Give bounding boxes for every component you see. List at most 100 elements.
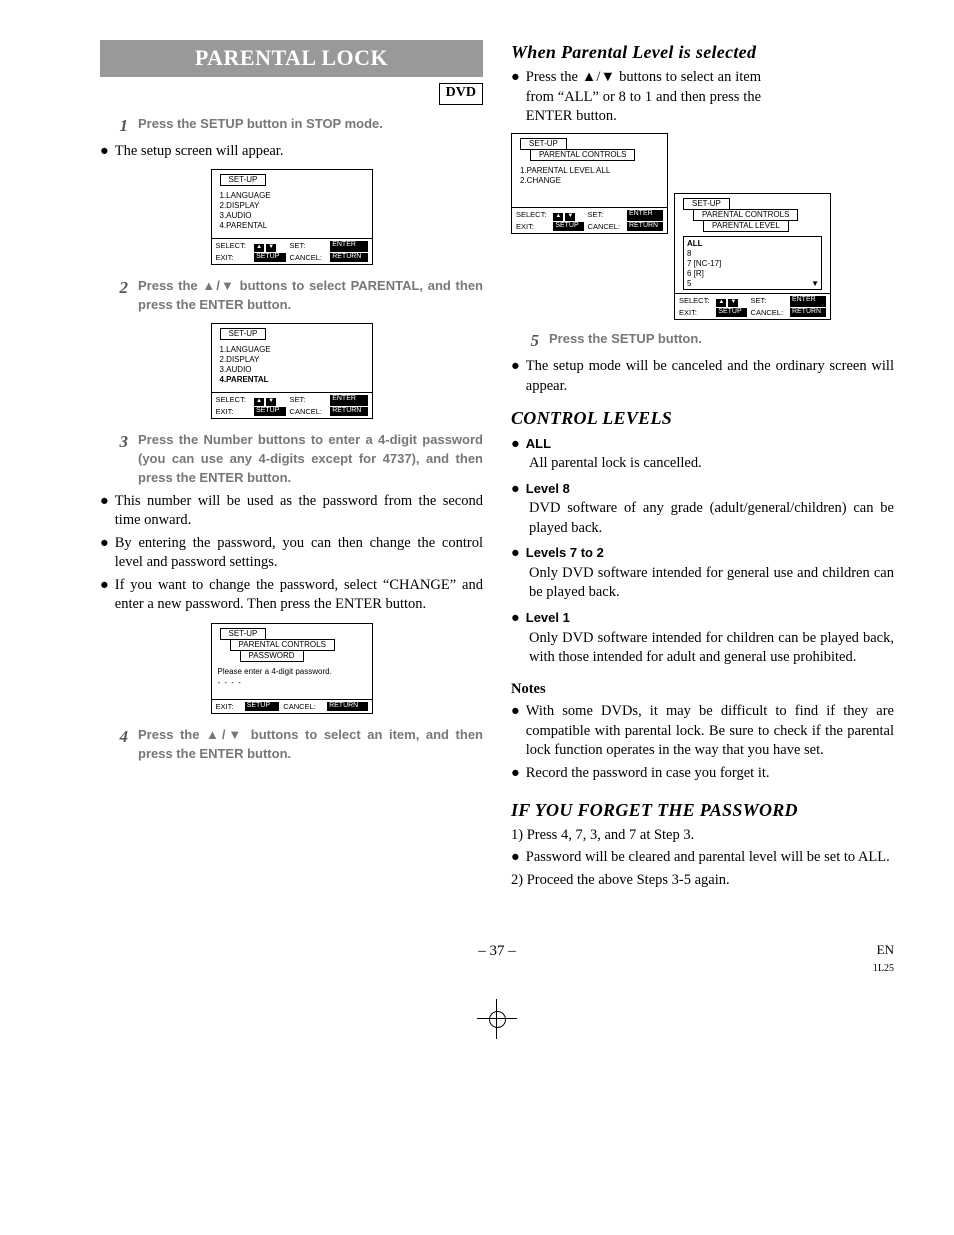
level-8: ● Level 8 DVD software of any grade (adul… xyxy=(511,480,894,539)
left-column: PARENTAL LOCK DVD 1 Press the SETUP butt… xyxy=(100,40,483,891)
bullet-dot-icon: ● xyxy=(511,544,520,564)
dvd-badge: DVD xyxy=(439,83,483,105)
step-number: 1 xyxy=(110,115,128,138)
bullet-dot-icon: ● xyxy=(511,609,520,629)
foot-set: SET: xyxy=(588,210,623,221)
step-text: Press the ▲/▼ buttons to select PARENTAL… xyxy=(138,277,483,315)
menu-item: 2.DISPLAY xyxy=(220,201,368,211)
bullet-text: With some DVDs, it may be difficult to f… xyxy=(526,702,894,761)
step-2: 2 Press the ▲/▼ buttons to select PARENT… xyxy=(110,277,483,315)
level-title: Levels 7 to 2 xyxy=(526,544,604,564)
step-3-note-2: ●By entering the password, you can then … xyxy=(100,534,483,573)
bullet-dot-icon: ● xyxy=(511,848,520,868)
return-button-icon: RETURN xyxy=(327,702,367,711)
step-number: 2 xyxy=(110,277,128,315)
menu-item: 1.LANGUAGE xyxy=(220,191,368,201)
screen-footer: SELECT: ▲ ▼ SET: ENTER EXIT: SETUP CANCE… xyxy=(512,207,667,233)
level-option: 7 [NC-17] xyxy=(687,259,818,269)
foot-select: SELECT: xyxy=(216,241,251,252)
foot-exit: EXIT: xyxy=(216,253,251,262)
screen-subtab: PARENTAL CONTROLS xyxy=(530,149,635,161)
level-title: Level 8 xyxy=(526,480,570,500)
foot-select: SELECT: xyxy=(679,296,712,307)
screen-subtab: PASSWORD xyxy=(240,650,304,662)
foot-cancel: CANCEL: xyxy=(283,702,323,711)
enter-button-icon: ENTER xyxy=(627,210,663,221)
foot-exit: EXIT: xyxy=(679,308,712,317)
password-prompt: Please enter a 4-digit password. xyxy=(218,667,368,677)
note-2: ●Record the password in case you forget … xyxy=(511,764,894,784)
scroll-down-icon: ▼ xyxy=(811,279,819,289)
bullet-dot-icon: ● xyxy=(100,492,109,531)
footer-code: 1L25 xyxy=(873,963,894,974)
screen-footer: SELECT: ▲ ▼ SET: ENTER EXIT: SETUP CANCE… xyxy=(675,293,830,319)
level-desc: Only DVD software intended for general u… xyxy=(529,564,894,603)
footer-lang: EN xyxy=(877,942,894,957)
forget-password-heading: IF YOU FORGET THE PASSWORD xyxy=(511,798,894,822)
step-number: 3 xyxy=(110,431,128,488)
foot-select: SELECT: xyxy=(216,395,251,406)
bullet-dot-icon: ● xyxy=(511,435,520,455)
bullet-dot-icon: ● xyxy=(100,576,109,615)
setup-button-icon: SETUP xyxy=(254,407,285,416)
forget-note: ● Password will be cleared and parental l… xyxy=(511,848,894,868)
step-5-note: ●The setup mode will be canceled and the… xyxy=(511,357,894,396)
step-1: 1 Press the SETUP button in STOP mode. xyxy=(110,115,483,138)
step-text: Press the ▲/▼ buttons to select an item,… xyxy=(138,726,483,764)
level-title: ALL xyxy=(526,435,551,455)
screen-tab: SET-UP xyxy=(220,174,267,186)
parental-screens-pair: SET-UP PARENTAL CONTROLS 1.PARENTAL LEVE… xyxy=(511,133,894,320)
level-option-selected: ALL xyxy=(687,239,818,249)
step-text: Press the SETUP button in STOP mode. xyxy=(138,115,383,138)
page-footer: – 37 – EN 1L25 xyxy=(100,941,894,1001)
when-parental-text: ● Press the ▲/▼ buttons to select an ite… xyxy=(511,68,761,127)
screen-items: 1.LANGUAGE 2.DISPLAY 3.AUDIO 4.PARENTAL xyxy=(220,191,368,231)
menu-item: 1.LANGUAGE xyxy=(220,345,368,355)
foot-set: SET: xyxy=(751,296,786,307)
bullet-dot-icon: ● xyxy=(511,357,520,396)
menu-item: 4.PARENTAL xyxy=(220,221,368,231)
level-desc: DVD software of any grade (adult/general… xyxy=(529,499,894,538)
menu-item: 2.CHANGE xyxy=(520,176,663,186)
menu-item: 1.PARENTAL LEVEL ALL xyxy=(520,166,663,176)
return-button-icon: RETURN xyxy=(330,407,367,416)
level-option: 5 xyxy=(687,279,818,289)
menu-item: 2.DISPLAY xyxy=(220,355,368,365)
setup-button-icon: SETUP xyxy=(254,253,285,262)
page-footer-right: EN 1L25 xyxy=(873,941,894,976)
setup-button-icon: SETUP xyxy=(245,702,280,711)
parental-level-screen: SET-UP PARENTAL CONTROLS PARENTAL LEVEL … xyxy=(674,193,831,320)
level-option: 6 [R] xyxy=(687,269,818,279)
level-desc: All parental lock is cancelled. xyxy=(529,454,894,474)
menu-item: 3.AUDIO xyxy=(220,211,368,221)
bullet-dot-icon: ● xyxy=(100,142,109,162)
password-screen-diagram: SET-UP PARENTAL CONTROLS PASSWORD Please… xyxy=(211,623,373,714)
menu-item-selected: 4.PARENTAL xyxy=(220,375,368,385)
page-number: – 37 – xyxy=(100,941,894,961)
bullet-dot-icon: ● xyxy=(511,764,520,784)
bullet-text: Press the ▲/▼ buttons to select an item … xyxy=(526,68,761,127)
bullet-text: This number will be used as the password… xyxy=(115,492,483,531)
foot-exit: EXIT: xyxy=(216,702,241,711)
return-button-icon: RETURN xyxy=(790,308,826,317)
menu-item: 3.AUDIO xyxy=(220,365,368,375)
control-levels-heading: CONTROL LEVELS xyxy=(511,406,894,430)
step-5: 5 Press the SETUP button. xyxy=(521,330,894,353)
when-parental-heading: When Parental Level is selected xyxy=(511,40,894,64)
screen-items: 1.LANGUAGE 2.DISPLAY 3.AUDIO 4.PARENTAL xyxy=(220,345,368,385)
bullet-text: Password will be cleared and parental le… xyxy=(526,848,894,868)
setup-button-icon: SETUP xyxy=(716,308,746,317)
setup-screen-diagram-1: SET-UP 1.LANGUAGE 2.DISPLAY 3.AUDIO 4.PA… xyxy=(211,169,373,265)
level-all: ● ALL All parental lock is cancelled. xyxy=(511,435,894,474)
level-option: 8 xyxy=(687,249,818,259)
foot-cancel: CANCEL: xyxy=(290,253,327,262)
level-7-2: ● Levels 7 to 2 Only DVD software intende… xyxy=(511,544,894,603)
section-title: PARENTAL LOCK xyxy=(100,40,483,77)
foot-set: SET: xyxy=(290,395,327,406)
password-dots: - - - - xyxy=(218,678,368,688)
page-columns: PARENTAL LOCK DVD 1 Press the SETUP butt… xyxy=(100,40,894,891)
bullet-text: If you want to change the password, sele… xyxy=(115,576,483,615)
bullet-dot-icon: ● xyxy=(511,480,520,500)
step-3-note-1: ●This number will be used as the passwor… xyxy=(100,492,483,531)
enter-button-icon: ENTER xyxy=(790,296,826,307)
